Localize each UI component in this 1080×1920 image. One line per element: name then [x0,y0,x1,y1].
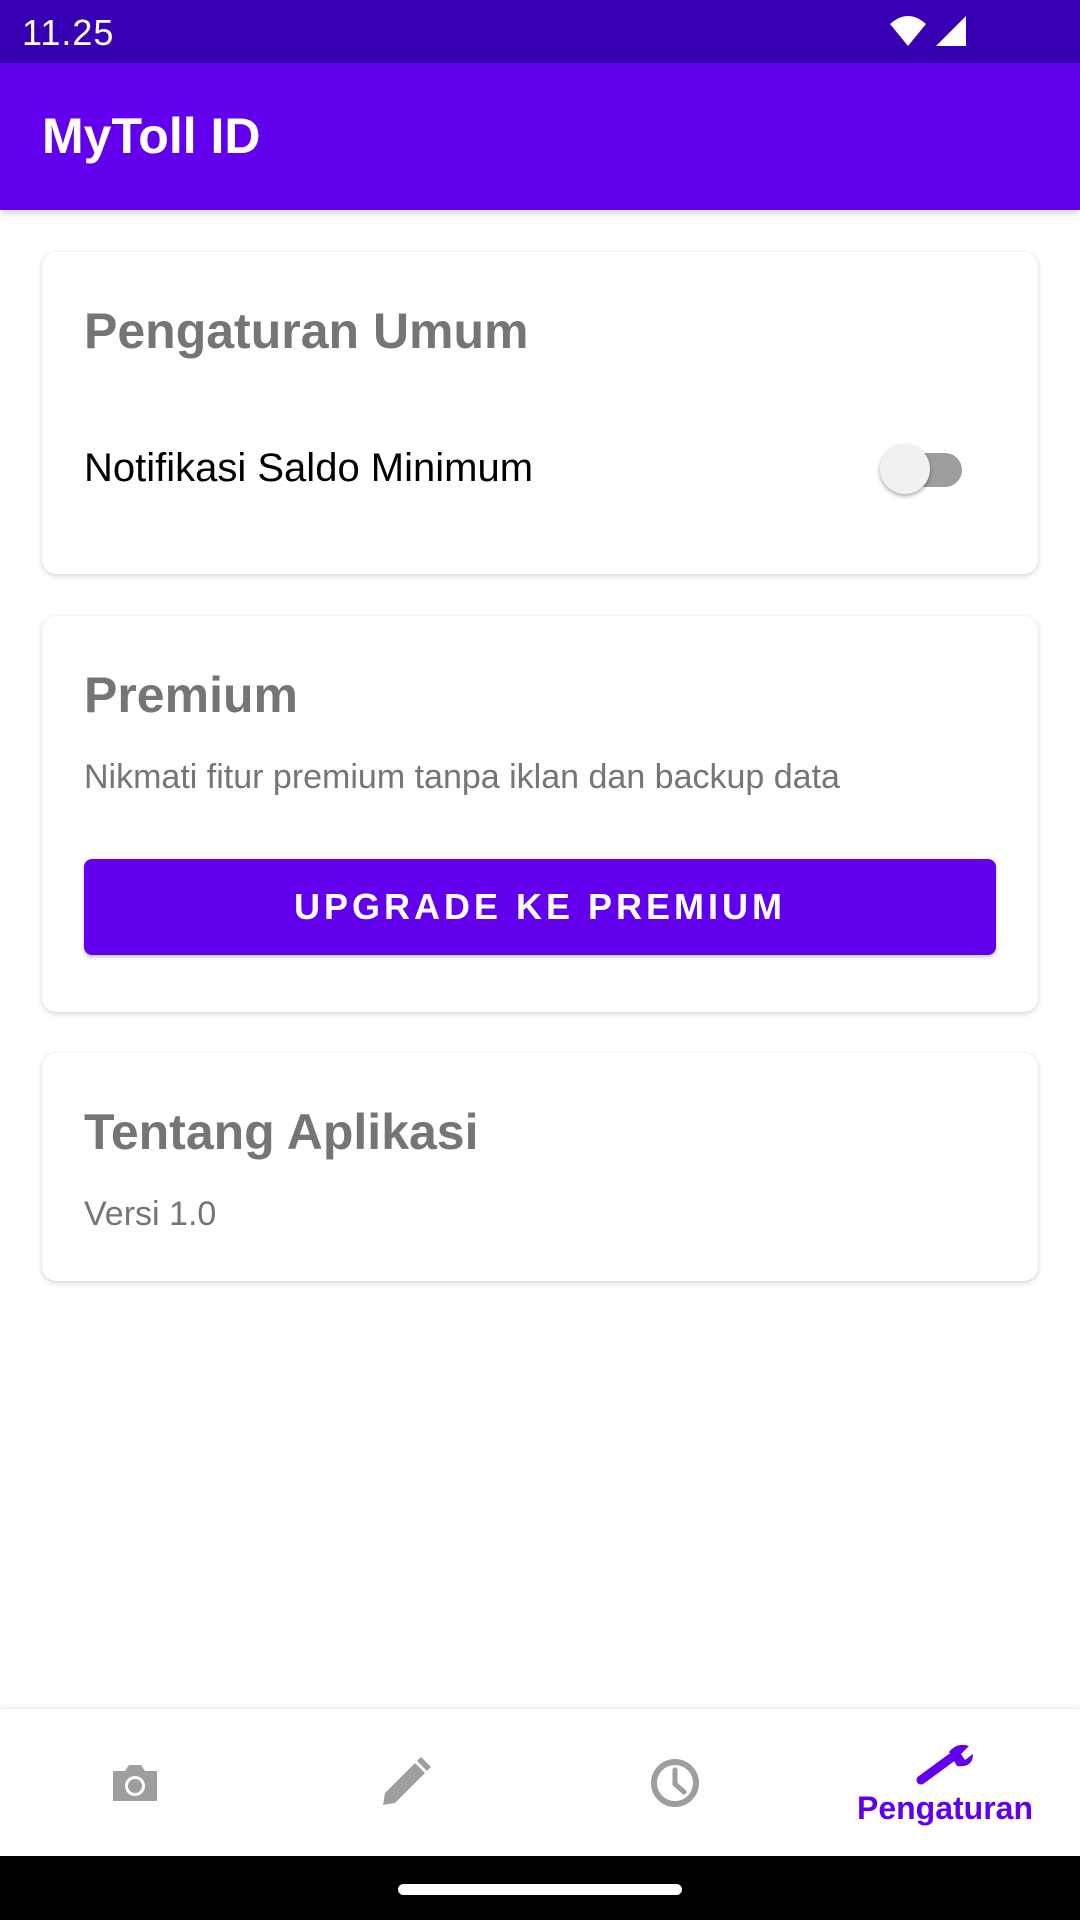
low-balance-notification-switch[interactable] [880,442,970,498]
nav-item-history[interactable] [540,1709,810,1857]
about-title: Tentang Aplikasi [84,1104,479,1160]
nav-item-input[interactable] [270,1709,540,1857]
nav-label-settings: Pengaturan [856,1789,1034,1826]
premium-card: Premium Nikmati fitur premium tanpa ikla… [42,616,1038,1012]
general-settings-card: Pengaturan Umum Notifikasi Saldo Minimum [42,252,1038,574]
bottom-navigation: Pengaturan [0,1708,1080,1856]
premium-title: Premium [84,667,298,723]
nav-item-camera[interactable] [0,1709,270,1857]
about-card: Tentang Aplikasi Versi 1.0 [42,1053,1038,1281]
app-version: Versi 1.0 [84,1195,217,1233]
status-time: 11.25 [22,12,115,53]
pencil-icon [383,1757,431,1805]
system-navigation-bar [0,1856,1080,1920]
switch-thumb [880,444,930,494]
wrench-icon [916,1744,973,1784]
home-gesture-handle[interactable] [398,1884,682,1895]
general-settings-title: Pengaturan Umum [84,303,529,359]
wifi-icon [890,16,926,46]
nav-item-settings[interactable]: Pengaturan [810,1709,1080,1857]
status-bar: 11.25 [0,0,1080,63]
app-title: MyToll ID [42,108,261,164]
app-bar: MyToll ID [0,63,1080,210]
signal-icon [936,16,966,46]
premium-description: Nikmati fitur premium tanpa iklan dan ba… [84,758,840,796]
upgrade-premium-button[interactable]: UPGRADE KE PREMIUM [84,859,996,955]
camera-icon [113,1765,157,1801]
status-icons [888,14,968,48]
low-balance-notification-label: Notifikasi Saldo Minimum [84,446,534,490]
clock-icon [651,1759,699,1807]
